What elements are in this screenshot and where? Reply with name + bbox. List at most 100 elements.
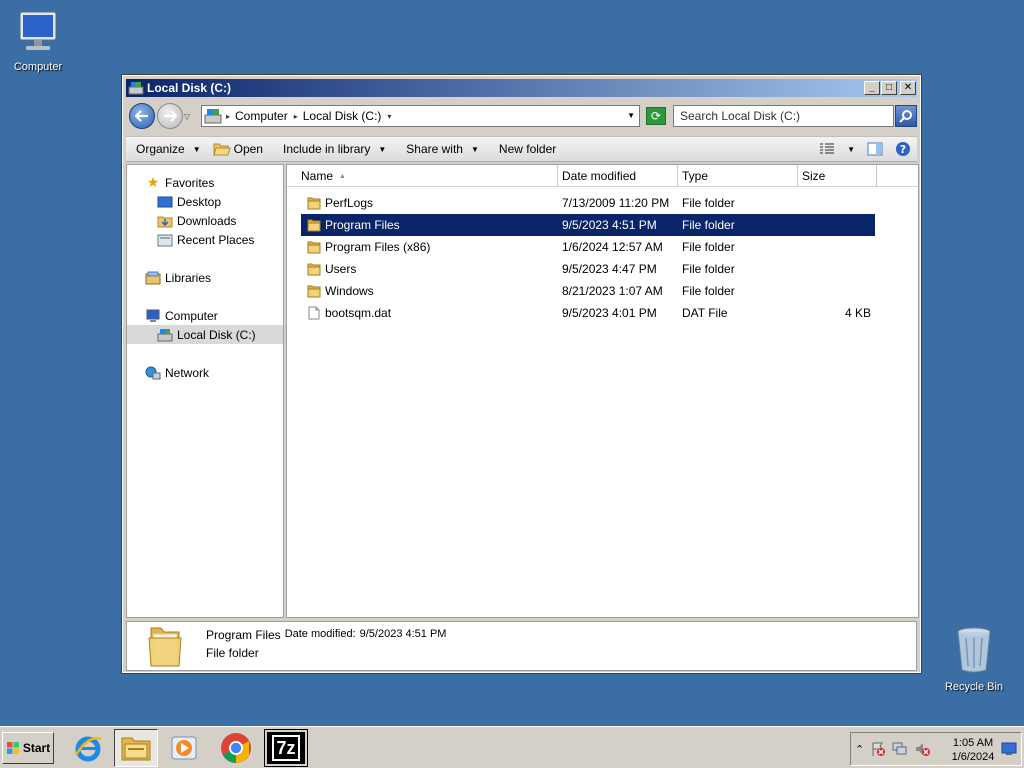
folder-icon xyxy=(307,285,321,298)
minimize-button[interactable]: _ xyxy=(864,81,880,95)
action-center-flag-icon[interactable] xyxy=(870,741,886,757)
back-button[interactable] xyxy=(129,103,155,129)
folder-icon xyxy=(307,263,321,276)
search-input[interactable]: Search Local Disk (C:) xyxy=(673,105,894,127)
file-type: File folder xyxy=(682,240,735,254)
column-type[interactable]: Type xyxy=(678,165,798,187)
open-button[interactable]: Open xyxy=(211,137,273,161)
taskbar-internet-explorer[interactable] xyxy=(66,729,110,767)
column-date-modified[interactable]: Date modified xyxy=(558,165,678,187)
column-headers: Name ▲ Date modified Type Size xyxy=(287,165,918,187)
folder-icon xyxy=(307,219,321,232)
desktop-icon xyxy=(157,196,173,207)
address-bar[interactable]: ▸ Computer ▸ Local Disk (C:) ▾ ▼ xyxy=(201,105,640,127)
local-disk-icon xyxy=(157,328,173,341)
file-name-cell: Program Files xyxy=(301,218,558,232)
details-item-name: Program Files xyxy=(206,628,281,642)
file-name-cell: Users xyxy=(301,262,558,276)
clock-time: 1:05 AM xyxy=(952,737,994,749)
share-with-button[interactable]: Share with ▼ xyxy=(396,137,489,161)
nav-label: Desktop xyxy=(177,194,222,209)
file-date: 9/5/2023 4:01 PM xyxy=(562,306,657,320)
network-status-icon[interactable] xyxy=(892,741,908,757)
file-row[interactable]: Program Files (x86) 1/6/2024 12:57 AM File… xyxy=(301,236,875,258)
7zip-icon: 7z xyxy=(264,729,308,767)
nav-local-disk[interactable]: Local Disk (C:) xyxy=(127,325,283,344)
nav-libraries[interactable]: Libraries xyxy=(145,268,211,287)
view-options-dropdown[interactable]: ▼ xyxy=(847,145,855,154)
file-name-cell: bootsqm.dat xyxy=(301,306,558,320)
volume-muted-icon[interactable] xyxy=(914,741,931,757)
taskbar: Start 7z ⌃ 1:05 AM 1/6/2024 xyxy=(0,726,1024,768)
column-size[interactable]: Size xyxy=(798,165,877,187)
start-button[interactable]: Start xyxy=(2,732,54,764)
recent-pages-dropdown[interactable]: ▽ xyxy=(184,112,194,121)
svg-text:?: ? xyxy=(900,143,906,156)
file-type: DAT File xyxy=(682,306,728,320)
network-icon xyxy=(145,366,161,379)
search-button[interactable] xyxy=(895,105,917,127)
file-type: File folder xyxy=(682,284,735,298)
details-date-label: Date modified: xyxy=(284,628,356,640)
libraries-icon xyxy=(145,271,161,284)
breadcrumb-computer[interactable]: Computer xyxy=(235,109,288,123)
organize-label: Organize xyxy=(136,142,185,156)
close-button[interactable]: ✕ xyxy=(900,81,916,95)
file-row[interactable]: Users 9/5/2023 4:47 PM File folder xyxy=(301,258,875,280)
window-titlebar[interactable]: Local Disk (C:) _ □ ✕ xyxy=(126,79,917,97)
chevron-down-icon[interactable]: ▾ xyxy=(387,112,391,121)
preview-pane-button[interactable] xyxy=(867,142,883,156)
nav-label: Favorites xyxy=(165,175,215,190)
nav-network[interactable]: Network xyxy=(145,363,209,382)
refresh-button[interactable]: ⟳ xyxy=(646,107,666,125)
chevron-down-icon: ▼ xyxy=(847,144,855,154)
chevron-right-icon[interactable]: ▸ xyxy=(226,112,230,121)
nav-favorites[interactable]: ★ Favorites xyxy=(145,173,215,192)
include-in-library-button[interactable]: Include in library ▼ xyxy=(273,137,396,161)
arrow-left-icon xyxy=(135,110,148,122)
taskbar-media-player[interactable] xyxy=(162,729,206,767)
show-hidden-icons-button[interactable]: ⌃ xyxy=(855,743,864,756)
taskbar-7zip[interactable]: 7z xyxy=(264,729,308,767)
maximize-button[interactable]: □ xyxy=(881,81,897,95)
file-date: 9/5/2023 4:47 PM xyxy=(562,262,657,276)
downloads-icon xyxy=(157,216,173,227)
forward-button[interactable] xyxy=(157,103,183,129)
file-date: 7/13/2009 11:20 PM xyxy=(562,196,670,210)
chevron-right-icon[interactable]: ▸ xyxy=(294,112,298,121)
new-folder-button[interactable]: New folder xyxy=(489,137,566,161)
file-date: 1/6/2024 12:57 AM xyxy=(562,240,663,254)
taskbar-windows-explorer[interactable] xyxy=(114,729,158,767)
show-desktop-icon[interactable] xyxy=(1001,742,1017,756)
desktop-computer-shortcut[interactable]: Computer xyxy=(0,10,78,73)
file-row[interactable]: Program Files 9/5/2023 4:51 PM File folder xyxy=(301,214,875,236)
desktop-recycle-bin-shortcut[interactable]: Recycle Bin xyxy=(934,626,1014,693)
star-icon: ★ xyxy=(146,174,160,190)
column-name[interactable]: Name ▲ xyxy=(287,165,558,187)
address-dropdown-icon[interactable]: ▼ xyxy=(627,111,635,120)
windows-logo-icon xyxy=(6,742,19,754)
clock-date: 1/6/2024 xyxy=(951,751,995,763)
help-button[interactable]: ? xyxy=(895,141,911,157)
include-label: Include in library xyxy=(282,142,371,156)
column-label: Type xyxy=(682,169,709,183)
change-view-button[interactable] xyxy=(819,143,835,155)
refresh-icon: ⟳ xyxy=(650,109,662,123)
nav-recent-places[interactable]: Recent Places xyxy=(157,230,254,249)
file-row[interactable]: PerfLogs 7/13/2009 11:20 PM File folder xyxy=(301,192,875,214)
file-name-cell: Windows xyxy=(301,284,558,298)
taskbar-chrome[interactable] xyxy=(214,729,258,767)
file-row[interactable]: bootsqm.dat 9/5/2023 4:01 PM DAT File 4 KB xyxy=(301,302,875,324)
start-label: Start xyxy=(22,741,51,755)
nav-computer[interactable]: Computer xyxy=(145,306,218,325)
open-folder-icon xyxy=(212,143,231,156)
minimize-icon: _ xyxy=(869,82,875,93)
file-row[interactable]: Windows 8/21/2023 1:07 AM File folder xyxy=(301,280,875,302)
nav-desktop[interactable]: Desktop xyxy=(157,192,221,211)
nav-downloads[interactable]: Downloads xyxy=(157,211,236,230)
recycle-bin-icon xyxy=(957,627,991,673)
clock[interactable]: 1:05 AM 1/6/2024 xyxy=(944,736,1002,764)
breadcrumb-local-disk[interactable]: Local Disk (C:) xyxy=(303,109,382,123)
file-date: 8/21/2023 1:07 AM xyxy=(562,284,663,298)
organize-button[interactable]: Organize ▼ xyxy=(126,137,211,161)
